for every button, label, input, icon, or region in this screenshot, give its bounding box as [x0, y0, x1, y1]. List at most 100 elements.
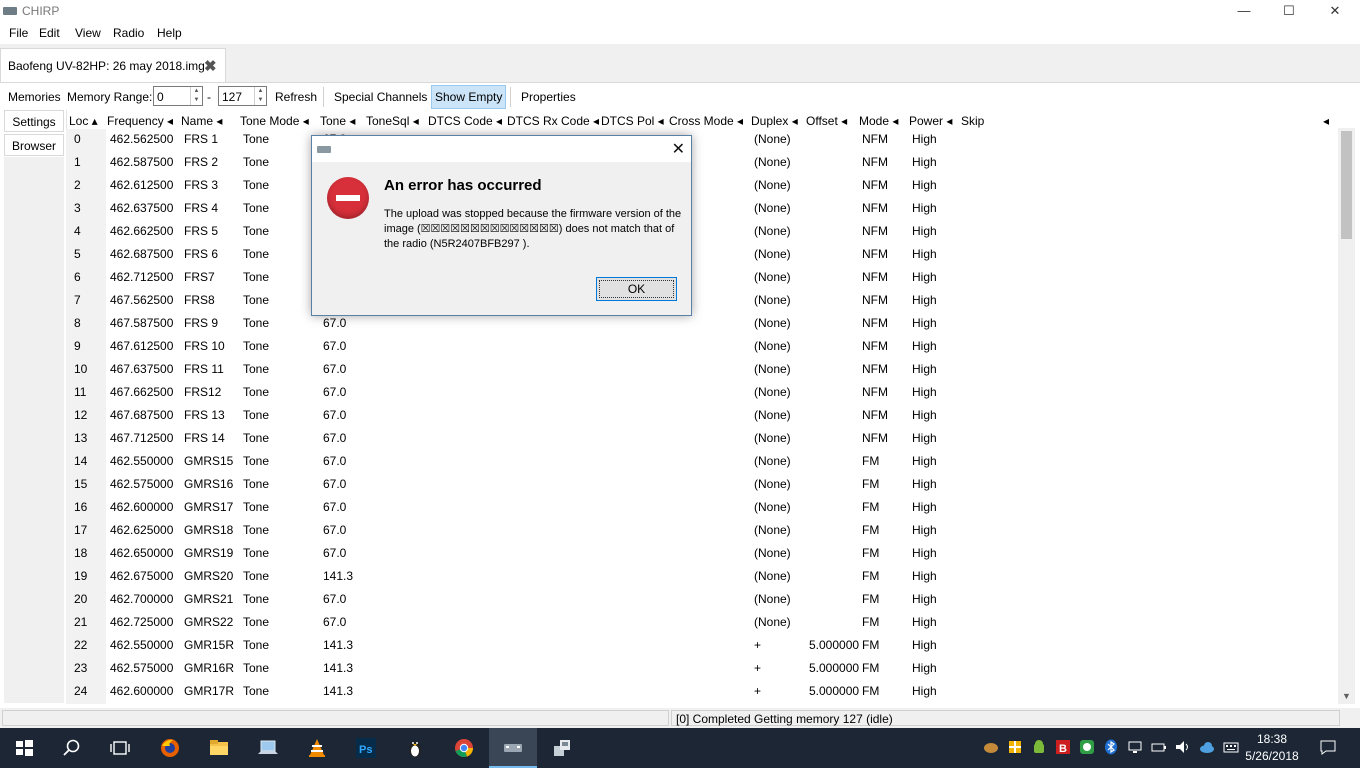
cell-loc[interactable]: 17 [74, 523, 87, 537]
cell-power[interactable]: High [912, 661, 937, 675]
cell-tone[interactable]: 67.0 [323, 385, 346, 399]
cell-name[interactable]: FRS 14 [184, 431, 225, 445]
table-row[interactable]: 11 467.662500 FRS12 Tone 67.0 (None) NFM High [66, 382, 1336, 405]
table-row[interactable]: 19 462.675000 GMRS20 Tone 141.3 (None) FM High [66, 566, 1336, 589]
stepper-arrows-icon[interactable]: ▲ ▼ [254, 87, 266, 105]
cell-frequency[interactable]: 462.575000 [110, 661, 173, 675]
cell-duplex[interactable]: (None) [754, 454, 791, 468]
table-row[interactable]: 20 462.700000 GMRS21 Tone 67.0 (None) FM High [66, 589, 1336, 612]
table-row[interactable]: 14 462.550000 GMRS15 Tone 67.0 (None) FM High [66, 451, 1336, 474]
cell-tone-mode[interactable]: Tone [243, 615, 269, 629]
cell-mode[interactable]: NFM [862, 178, 888, 192]
col-name[interactable]: Name ◂ [181, 114, 222, 128]
col-tone[interactable]: Tone ◂ [320, 114, 355, 128]
cell-power[interactable]: High [912, 293, 937, 307]
cell-tone-mode[interactable]: Tone [243, 132, 269, 146]
cell-name[interactable]: FRS 2 [184, 155, 218, 169]
cell-power[interactable]: High [912, 454, 937, 468]
menu-view[interactable]: View [75, 26, 101, 40]
cell-frequency[interactable]: 462.675000 [110, 569, 173, 583]
file-tab[interactable]: Baofeng UV-82HP: 26 may 2018.img ✖ [0, 48, 226, 82]
cell-frequency[interactable]: 462.662500 [110, 224, 173, 238]
cell-loc[interactable]: 24 [74, 684, 87, 698]
cell-mode[interactable]: NFM [862, 201, 888, 215]
cell-mode[interactable]: FM [862, 684, 879, 698]
cell-tone[interactable]: 67.0 [323, 477, 346, 491]
cell-name[interactable]: FRS 10 [184, 339, 225, 353]
cell-duplex[interactable]: (None) [754, 615, 791, 629]
cell-mode[interactable]: NFM [862, 224, 888, 238]
col-dtcs-code[interactable]: DTCS Code ◂ [428, 114, 502, 128]
header-scroll-left-icon[interactable]: ◂ [1323, 114, 1329, 128]
cell-name[interactable]: FRS7 [184, 270, 215, 284]
cell-power[interactable]: High [912, 523, 937, 537]
cell-frequency[interactable]: 462.587500 [110, 155, 173, 169]
network-icon[interactable] [1127, 739, 1143, 755]
cell-tone[interactable]: 141.3 [323, 569, 353, 583]
cell-tone[interactable]: 67.0 [323, 615, 346, 629]
range-from-stepper[interactable]: 0 ▲ ▼ [153, 86, 203, 106]
cell-offset[interactable]: 5.000000 [809, 638, 859, 652]
cell-duplex[interactable]: (None) [754, 201, 791, 215]
table-row[interactable]: 10 467.637500 FRS 11 Tone 67.0 (None) NFM High [66, 359, 1336, 382]
cell-tone[interactable]: 141.3 [323, 684, 353, 698]
table-row[interactable]: 8 467.587500 FRS 9 Tone 67.0 (None) NFM High [66, 313, 1336, 336]
cell-duplex[interactable]: (None) [754, 132, 791, 146]
chrome-taskbar-button[interactable] [440, 728, 488, 768]
cell-power[interactable]: High [912, 408, 937, 422]
cell-loc[interactable]: 19 [74, 569, 87, 583]
cell-loc[interactable]: 13 [74, 431, 87, 445]
cell-tone-mode[interactable]: Tone [243, 431, 269, 445]
table-row[interactable]: 12 467.687500 FRS 13 Tone 67.0 (None) NFM High [66, 405, 1336, 428]
cell-duplex[interactable]: (None) [754, 247, 791, 261]
table-row[interactable]: 18 462.650000 GMRS19 Tone 67.0 (None) FM High [66, 543, 1336, 566]
col-duplex[interactable]: Duplex ◂ [751, 114, 798, 128]
cell-power[interactable]: High [912, 270, 937, 284]
cell-tone[interactable]: 67.0 [323, 546, 346, 560]
cell-frequency[interactable]: 462.637500 [110, 201, 173, 215]
cell-tone-mode[interactable]: Tone [243, 293, 269, 307]
table-row[interactable]: 7467.562500FRS8Tone67.0(None)NFMHigh [66, 290, 1336, 313]
cell-duplex[interactable]: (None) [754, 270, 791, 284]
cell-name[interactable]: GMR16R [184, 661, 234, 675]
cell-loc[interactable]: 11 [74, 385, 86, 399]
cell-frequency[interactable]: 462.700000 [110, 592, 173, 606]
cell-frequency[interactable]: 462.625000 [110, 523, 173, 537]
col-dtcs-pol[interactable]: DTCS Pol ◂ [601, 114, 664, 128]
cell-frequency[interactable]: 467.562500 [110, 293, 173, 307]
col-power[interactable]: Power ◂ [909, 114, 952, 128]
close-window-button[interactable]: ✕ [1312, 0, 1358, 22]
cell-mode[interactable]: NFM [862, 339, 888, 353]
start-button[interactable] [0, 728, 48, 768]
cell-tone-mode[interactable]: Tone [243, 661, 269, 675]
cell-name[interactable]: FRS8 [184, 293, 215, 307]
scroll-down-icon[interactable]: ▼ [1338, 690, 1355, 702]
cell-name[interactable]: GMR17R [184, 684, 234, 698]
cell-frequency[interactable]: 462.550000 [110, 638, 173, 652]
cell-duplex[interactable]: + [754, 638, 761, 652]
network-app-taskbar-button[interactable] [538, 728, 586, 768]
cell-loc[interactable]: 12 [74, 408, 87, 422]
cell-frequency[interactable]: 467.637500 [110, 362, 173, 376]
col-dtcs-rx-code[interactable]: DTCS Rx Code ◂ [507, 114, 599, 128]
cell-tone-mode[interactable]: Tone [243, 201, 269, 215]
cell-tone-mode[interactable]: Tone [243, 270, 269, 284]
maximize-button[interactable]: ☐ [1266, 0, 1312, 22]
cell-power[interactable]: High [912, 569, 937, 583]
table-row[interactable]: 5462.687500FRS 6Tone67.0(None)NFMHigh [66, 244, 1336, 267]
minimize-button[interactable]: — [1221, 0, 1267, 22]
cell-power[interactable]: High [912, 477, 937, 491]
cell-tone[interactable]: 67.0 [323, 523, 346, 537]
cell-name[interactable]: FRS12 [184, 385, 221, 399]
cell-mode[interactable]: NFM [862, 132, 888, 146]
cell-tone[interactable]: 141.3 [323, 638, 353, 652]
cell-duplex[interactable]: (None) [754, 569, 791, 583]
cell-mode[interactable]: FM [862, 500, 879, 514]
cell-frequency[interactable]: 467.712500 [110, 431, 173, 445]
show-empty-toggle[interactable]: Show Empty [435, 90, 502, 104]
col-tonesql[interactable]: ToneSql ◂ [366, 114, 419, 128]
refresh-button[interactable]: Refresh [275, 90, 317, 104]
tray-red-b-icon[interactable]: B [1055, 739, 1071, 755]
vlc-taskbar-button[interactable] [293, 728, 341, 768]
special-channels-toggle[interactable]: Special Channels [334, 90, 427, 104]
